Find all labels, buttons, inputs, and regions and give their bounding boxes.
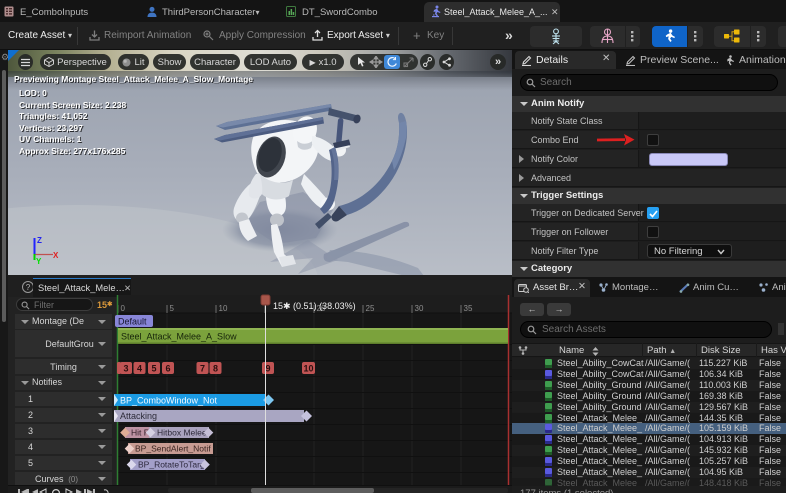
svg-text:7: 7 <box>200 364 205 374</box>
svg-text:25: 25 <box>366 304 375 313</box>
svg-text:5: 5 <box>152 364 157 374</box>
svg-text:X: X <box>53 251 59 260</box>
svg-text:9: 9 <box>266 364 271 374</box>
svg-text:35: 35 <box>464 304 473 313</box>
svg-text:6: 6 <box>166 364 171 374</box>
svg-text:Attacking: Attacking <box>120 411 157 421</box>
svg-text:5: 5 <box>170 304 175 313</box>
svg-text:8: 8 <box>213 364 218 374</box>
svg-text:3: 3 <box>124 364 129 374</box>
svg-text:BP_ComboWindow_Not: BP_ComboWindow_Not <box>120 396 218 406</box>
svg-text:BP_SendAlert_Notif: BP_SendAlert_Notif <box>135 444 211 454</box>
svg-text:Steel_Attack_Melee_A_Slow: Steel_Attack_Melee_A_Slow <box>121 332 237 342</box>
svg-text:Z: Z <box>37 236 42 245</box>
svg-text:Default: Default <box>118 317 147 327</box>
svg-text:10: 10 <box>304 364 314 374</box>
svg-text:15✱ (0.51) (38.03%): 15✱ (0.51) (38.03%) <box>273 301 356 311</box>
svg-text:30: 30 <box>415 304 424 313</box>
svg-text:0: 0 <box>121 304 126 313</box>
svg-text:4: 4 <box>137 364 142 374</box>
svg-text:10: 10 <box>219 304 228 313</box>
svg-text:Hitbox Melee: Hitbox Melee <box>157 428 207 438</box>
svg-text:BP_RotateToTarg: BP_RotateToTarg <box>138 460 205 470</box>
svg-text:Y: Y <box>36 257 42 266</box>
